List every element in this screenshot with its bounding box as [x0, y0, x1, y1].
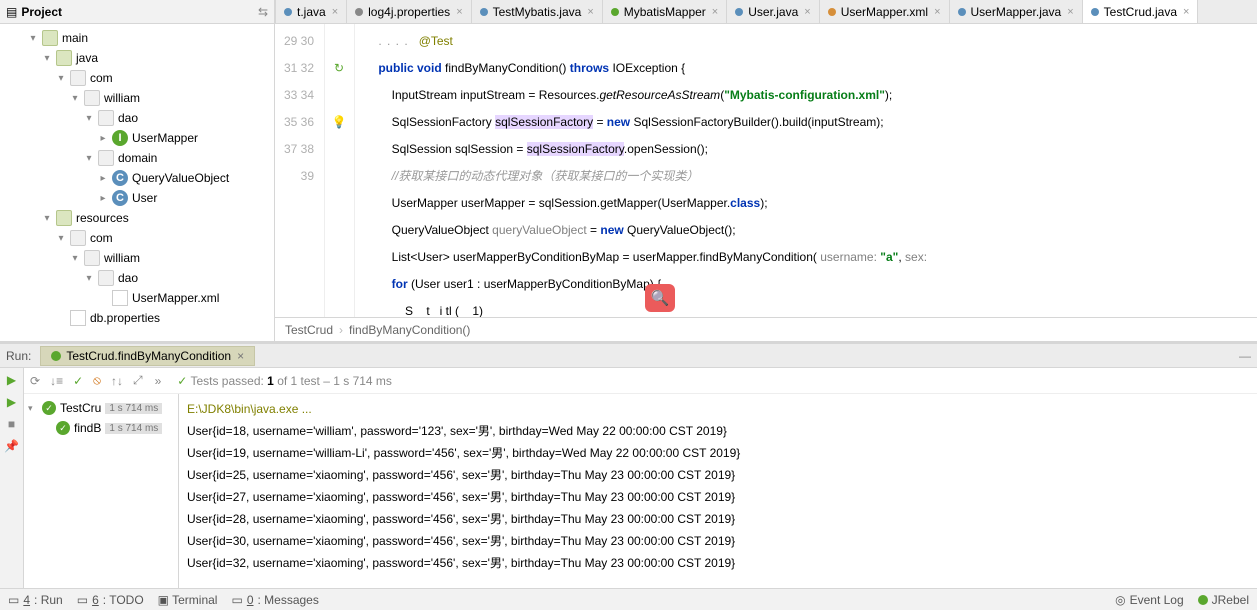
run-gutter-icon[interactable]: ↻ — [330, 59, 348, 77]
run-config-name: TestCrud.findByManyCondition — [66, 349, 231, 363]
editor-tab[interactable]: MybatisMapper× — [602, 0, 727, 23]
run-status-icon — [51, 351, 61, 361]
project-title: Project — [21, 5, 62, 19]
test-item[interactable]: ✓findB1 s 714 ms — [24, 418, 178, 438]
intention-bulb-icon[interactable]: 💡 — [330, 113, 348, 131]
run-label: Run: — [6, 349, 31, 363]
editor-tab[interactable]: log4j.properties× — [346, 0, 472, 23]
tree-item[interactable]: ▾domain — [0, 148, 274, 168]
test-fail-icon[interactable]: ⦸ — [93, 373, 101, 388]
code-lines[interactable]: . . . .@Test public void findByManyCondi… — [355, 24, 1257, 317]
tree-item[interactable]: ▾com — [0, 228, 274, 248]
tree-item[interactable]: UserMapper.xml — [0, 288, 274, 308]
tree-item[interactable]: ▾william — [0, 88, 274, 108]
tree-item[interactable]: ▾dao — [0, 108, 274, 128]
status-item[interactable]: ▭ 4: Run — [8, 593, 63, 607]
status-item[interactable]: ▭ 0: Messages — [231, 593, 318, 607]
line-number-gutter[interactable]: 29 30 31 32 33 34 35 36 37 38 39 — [275, 24, 325, 317]
tests-passed-count: 1 — [267, 374, 274, 388]
editor-tab[interactable]: t.java× — [275, 0, 347, 23]
breadcrumb-method[interactable]: findByManyCondition() — [349, 323, 470, 337]
tree-item[interactable]: ▾java — [0, 48, 274, 68]
run-debug-button[interactable]: ▶ — [4, 394, 20, 410]
console-output[interactable]: E:\JDK8\bin\java.exe ...User{id=18, user… — [179, 394, 1257, 588]
tree-item[interactable]: ▸CQueryValueObject — [0, 168, 274, 188]
editor-tab[interactable]: UserMapper.java× — [949, 0, 1083, 23]
tree-item[interactable]: ▾com — [0, 68, 274, 88]
breadcrumb[interactable]: TestCrud › findByManyCondition() — [275, 317, 1257, 341]
close-icon[interactable]: × — [237, 349, 244, 363]
tree-item[interactable]: ▾william — [0, 248, 274, 268]
close-icon[interactable]: × — [456, 6, 462, 18]
test-expand-icon[interactable]: ⤢ — [133, 373, 143, 388]
gutter-icons[interactable]: ↻💡 — [325, 24, 355, 317]
project-icon: ▤ — [6, 5, 17, 19]
event-log-button[interactable]: ◎ Event Log — [1115, 593, 1184, 607]
test-filter-icon[interactable]: ↓≡ — [50, 374, 63, 388]
editor-tab[interactable]: UserMapper.xml× — [819, 0, 950, 23]
tree-item[interactable]: ▾main — [0, 28, 274, 48]
test-item[interactable]: ▾✓TestCru1 s 714 ms — [24, 398, 178, 418]
editor-area: t.java×log4j.properties×TestMybatis.java… — [275, 0, 1257, 341]
close-icon[interactable]: × — [712, 6, 718, 18]
run-minimize-icon[interactable]: — — [1239, 349, 1251, 363]
status-item[interactable]: ▭ 6: TODO — [77, 593, 144, 607]
tree-item[interactable]: ▾dao — [0, 268, 274, 288]
tree-item[interactable]: ▸CUser — [0, 188, 274, 208]
code-pane: 29 30 31 32 33 34 35 36 37 38 39 ↻💡 . . … — [275, 24, 1257, 317]
search-icon[interactable]: 🔍 — [645, 284, 675, 312]
tests-passed-icon: ✓ — [177, 374, 187, 388]
editor-tab[interactable]: TestCrud.java× — [1082, 0, 1199, 23]
run-config-tab[interactable]: TestCrud.findByManyCondition × — [40, 346, 255, 366]
test-toolbar: ⟳ ↓≡ ✓ ⦸ ↑↓ ⤢ » ✓ Tests passed: 1 of 1 t… — [24, 368, 1257, 394]
test-history-icon[interactable]: ⟳ — [30, 374, 40, 388]
stop-button[interactable]: ■ — [4, 416, 20, 432]
tree-item[interactable]: ▸IUserMapper — [0, 128, 274, 148]
project-collapse-icon[interactable]: ⇆ — [258, 5, 268, 19]
tree-item[interactable]: db.properties — [0, 308, 274, 328]
jrebel-led-icon — [1198, 595, 1208, 605]
breadcrumb-sep: › — [339, 323, 343, 337]
pin-button[interactable]: 📌 — [4, 438, 20, 454]
editor-tab[interactable]: User.java× — [726, 0, 819, 23]
test-sort-icon[interactable]: ↑↓ — [111, 374, 123, 388]
jrebel-button[interactable]: JRebel — [1198, 593, 1249, 607]
project-tree[interactable]: ▾main▾java▾com▾william▾dao▸IUserMapper▾d… — [0, 24, 274, 341]
rerun-button[interactable]: ▶ — [4, 372, 20, 388]
close-icon[interactable]: × — [804, 6, 810, 18]
close-icon[interactable]: × — [934, 6, 940, 18]
close-icon[interactable]: × — [1067, 6, 1073, 18]
run-header: Run: TestCrud.findByManyCondition × — — [0, 344, 1257, 368]
close-icon[interactable]: × — [587, 6, 593, 18]
tests-passed-prefix: Tests passed: — [190, 374, 263, 388]
tree-item[interactable]: ▾resources — [0, 208, 274, 228]
close-icon[interactable]: × — [1183, 6, 1189, 18]
breadcrumb-class[interactable]: TestCrud — [285, 323, 333, 337]
run-panel: Run: TestCrud.findByManyCondition × — ▶ … — [0, 341, 1257, 588]
run-toolbar: ▶ ▶ ■ 📌 — [0, 368, 24, 588]
status-item[interactable]: ▣ Terminal — [158, 593, 218, 607]
editor-tabs-bar[interactable]: t.java×log4j.properties×TestMybatis.java… — [275, 0, 1257, 24]
project-header[interactable]: ▤ Project ⇆ — [0, 0, 274, 24]
editor-tab[interactable]: TestMybatis.java× — [471, 0, 603, 23]
test-pass-icon[interactable]: ✓ — [73, 374, 83, 388]
close-icon[interactable]: × — [332, 6, 338, 18]
status-bar: ▭ 4: Run ▭ 6: TODO ▣ Terminal ▭ 0: Messages… — [0, 588, 1257, 610]
tests-passed-rest: of 1 test – 1 s 714 ms — [277, 374, 392, 388]
project-sidebar: ▤ Project ⇆ ▾main▾java▾com▾william▾dao▸I… — [0, 0, 275, 341]
test-tree[interactable]: ▾✓TestCru1 s 714 ms✓findB1 s 714 ms — [24, 394, 179, 588]
